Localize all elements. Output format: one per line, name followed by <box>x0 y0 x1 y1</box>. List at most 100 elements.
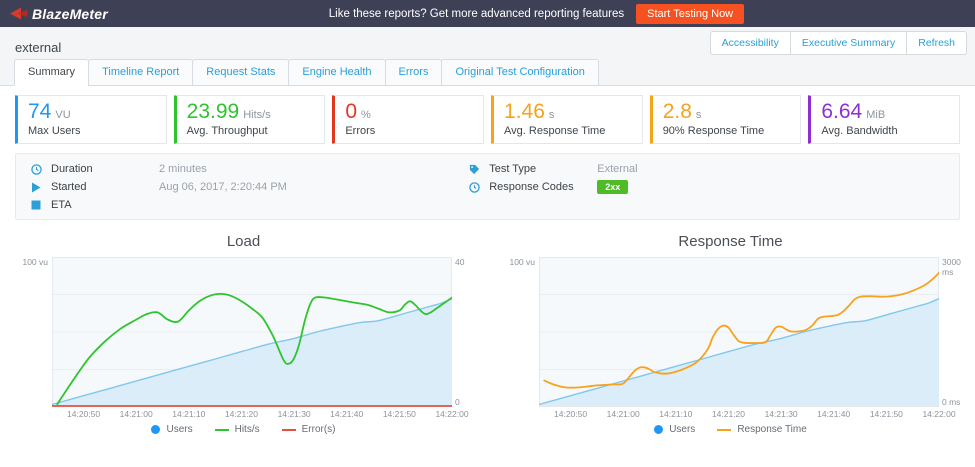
response-time-plot[interactable] <box>539 257 939 407</box>
x-tick-label: 14:20:50 <box>554 409 587 419</box>
accessibility-button[interactable]: Accessibility <box>710 31 791 55</box>
x-tick-label: 14:21:30 <box>765 409 798 419</box>
x-tick-label: 14:22:00 <box>435 409 468 419</box>
tab-engine-health[interactable]: Engine Health <box>288 59 385 86</box>
kpi-value: 6.64 <box>821 100 862 123</box>
load-legend: Users Hits/s Error(s) <box>0 424 487 435</box>
legend-label: Error(s) <box>302 424 336 435</box>
legend-dot-marker <box>654 425 663 434</box>
y-axis-label-left: 100 vu <box>487 257 539 407</box>
kpi-unit: Hits/s <box>243 109 271 121</box>
kpi-card-90-response-time: 2.8 s 90% Response Time <box>650 95 802 144</box>
y-axis-label-right-bottom: 0 ms <box>942 397 974 407</box>
legend-line-marker <box>282 429 296 431</box>
kpi-label: 90% Response Time <box>663 125 791 137</box>
x-tick-label: 14:21:10 <box>172 409 205 419</box>
kpi-card-errors: 0% Errors <box>332 95 484 144</box>
response-time-chart: Response Time 100 vu 3000 ms 0 ms 14:20:… <box>487 233 974 435</box>
legend-label: Users <box>669 424 695 435</box>
kpi-card-max-users: 74 VU Max Users <box>15 95 167 144</box>
legend-item-hits-s[interactable]: Hits/s <box>215 424 260 435</box>
kpi-label: Avg. Bandwidth <box>821 125 949 137</box>
x-tick-label: 14:21:20 <box>225 409 258 419</box>
x-tick-label: 14:20:50 <box>67 409 100 419</box>
brand-name: BlazeMeter <box>32 6 108 22</box>
chart-title: Response Time <box>487 233 974 250</box>
detail-value: 2 minutes <box>159 163 207 175</box>
kpi-value: 2.8 <box>663 100 692 123</box>
x-tick-label: 14:21:00 <box>120 409 153 419</box>
blazemeter-logo[interactable]: BlazeMeter <box>10 6 108 22</box>
detail-label: Duration <box>51 163 159 175</box>
kpi-card-avg-response-time: 1.46 s Avg. Response Time <box>491 95 643 144</box>
tab-original-test-configuration[interactable]: Original Test Configuration <box>441 59 598 86</box>
tag-icon <box>469 164 481 175</box>
detail-value: Aug 06, 2017, 2:20:44 PM <box>159 181 287 193</box>
tab-errors[interactable]: Errors <box>385 59 443 86</box>
kpi-card-avg-throughput: 23.99Hits/s Avg. Throughput <box>174 95 326 144</box>
legend-item-response-time[interactable]: Response Time <box>717 424 806 435</box>
detail-label: Response Codes <box>489 181 597 193</box>
clock-icon <box>31 164 43 175</box>
kpi-unit: s <box>549 109 555 121</box>
kpi-label: Avg. Throughput <box>187 125 315 137</box>
refresh-button[interactable]: Refresh <box>906 31 967 55</box>
start-testing-button[interactable]: Start Testing Now <box>636 4 744 24</box>
kpi-card-avg-bandwidth: 6.64 MiB Avg. Bandwidth <box>808 95 960 144</box>
detail-row-duration: Duration 2 minutes <box>31 161 469 177</box>
kpi-value: 1.46 <box>504 100 545 123</box>
tab-summary[interactable]: Summary <box>14 59 89 86</box>
x-tick-label: 14:21:50 <box>870 409 903 419</box>
load-chart: Load 100 vu 40 0 14:20:50 14:21:00 14:21:1… <box>0 233 487 435</box>
x-tick-label: 14:21:50 <box>383 409 416 419</box>
legend-item-error-s-[interactable]: Error(s) <box>282 424 336 435</box>
detail-label: Started <box>51 181 159 193</box>
response-time-legend: Users Response Time <box>487 424 974 435</box>
y-axis-label-left: 100 vu <box>0 257 52 407</box>
kpi-row: 74 VU Max Users 23.99Hits/s Avg. Throughp… <box>0 86 975 144</box>
detail-row-response-codes: Response Codes 2xx <box>469 179 637 195</box>
y-axis-label-right-top: 40 <box>455 257 487 267</box>
promo-text: Like these reports? Get more advanced re… <box>329 8 624 20</box>
legend-label: Hits/s <box>235 424 260 435</box>
report-tabs: Summary Timeline Report Request Stats En… <box>15 59 599 86</box>
summary-panel: 74VU Max Users 23.99Hits/s Avg. Throughp… <box>0 86 975 467</box>
response-code-badge[interactable]: 2xx <box>597 180 628 194</box>
kpi-value: 74 <box>28 100 51 123</box>
x-tick-label: 14:21:40 <box>817 409 850 419</box>
kpi-label: Max Users <box>28 125 156 137</box>
executive-summary-button[interactable]: Executive Summary <box>790 31 907 55</box>
kpi-unit: VU <box>55 109 70 121</box>
report-subbar: external Accessibility Executive Summary… <box>0 27 975 86</box>
x-axis-ticks: 14:20:5014:21:0014:21:1014:21:2014:21:30… <box>539 407 939 419</box>
detail-value: External <box>597 163 637 175</box>
legend-line-marker <box>717 429 731 431</box>
kpi-label: Errors <box>345 125 473 137</box>
chart-title: Load <box>0 233 487 250</box>
legend-item-users[interactable]: Users <box>151 424 192 435</box>
detail-label: Test Type <box>489 163 597 175</box>
legend-item-users[interactable]: Users <box>654 424 695 435</box>
x-axis-ticks: 14:20:50 14:21:00 14:21:10 14:21:20 14:21:30… <box>52 407 452 419</box>
x-tick-label: 14:21:40 <box>330 409 363 419</box>
x-tick-label: 14:22:00 <box>922 409 955 419</box>
y-axis-label-right-bottom: 0 <box>455 397 487 407</box>
legend-dot-marker <box>151 425 160 434</box>
play-icon <box>31 182 43 193</box>
tab-request-stats[interactable]: Request Stats <box>192 59 289 86</box>
report-title: external <box>15 40 61 55</box>
blazemeter-flame-icon <box>10 7 28 20</box>
report-actions: Accessibility Executive Summary Refresh <box>711 31 967 55</box>
kpi-unit: MiB <box>866 109 885 121</box>
kpi-value: 0 <box>345 100 357 123</box>
tab-timeline-report[interactable]: Timeline Report <box>88 59 193 86</box>
kpi-label: Avg. Response Time <box>504 125 632 137</box>
detail-row-test-type: Test Type External <box>469 161 637 177</box>
load-plot[interactable] <box>52 257 452 407</box>
kpi-unit: s <box>696 109 702 121</box>
x-tick-label: 14:21:30 <box>278 409 311 419</box>
legend-label: Users <box>166 424 192 435</box>
legend-label: Response Time <box>737 424 806 435</box>
x-tick-label: 14:21:10 <box>659 409 692 419</box>
kpi-value: 23.99 <box>187 100 240 123</box>
